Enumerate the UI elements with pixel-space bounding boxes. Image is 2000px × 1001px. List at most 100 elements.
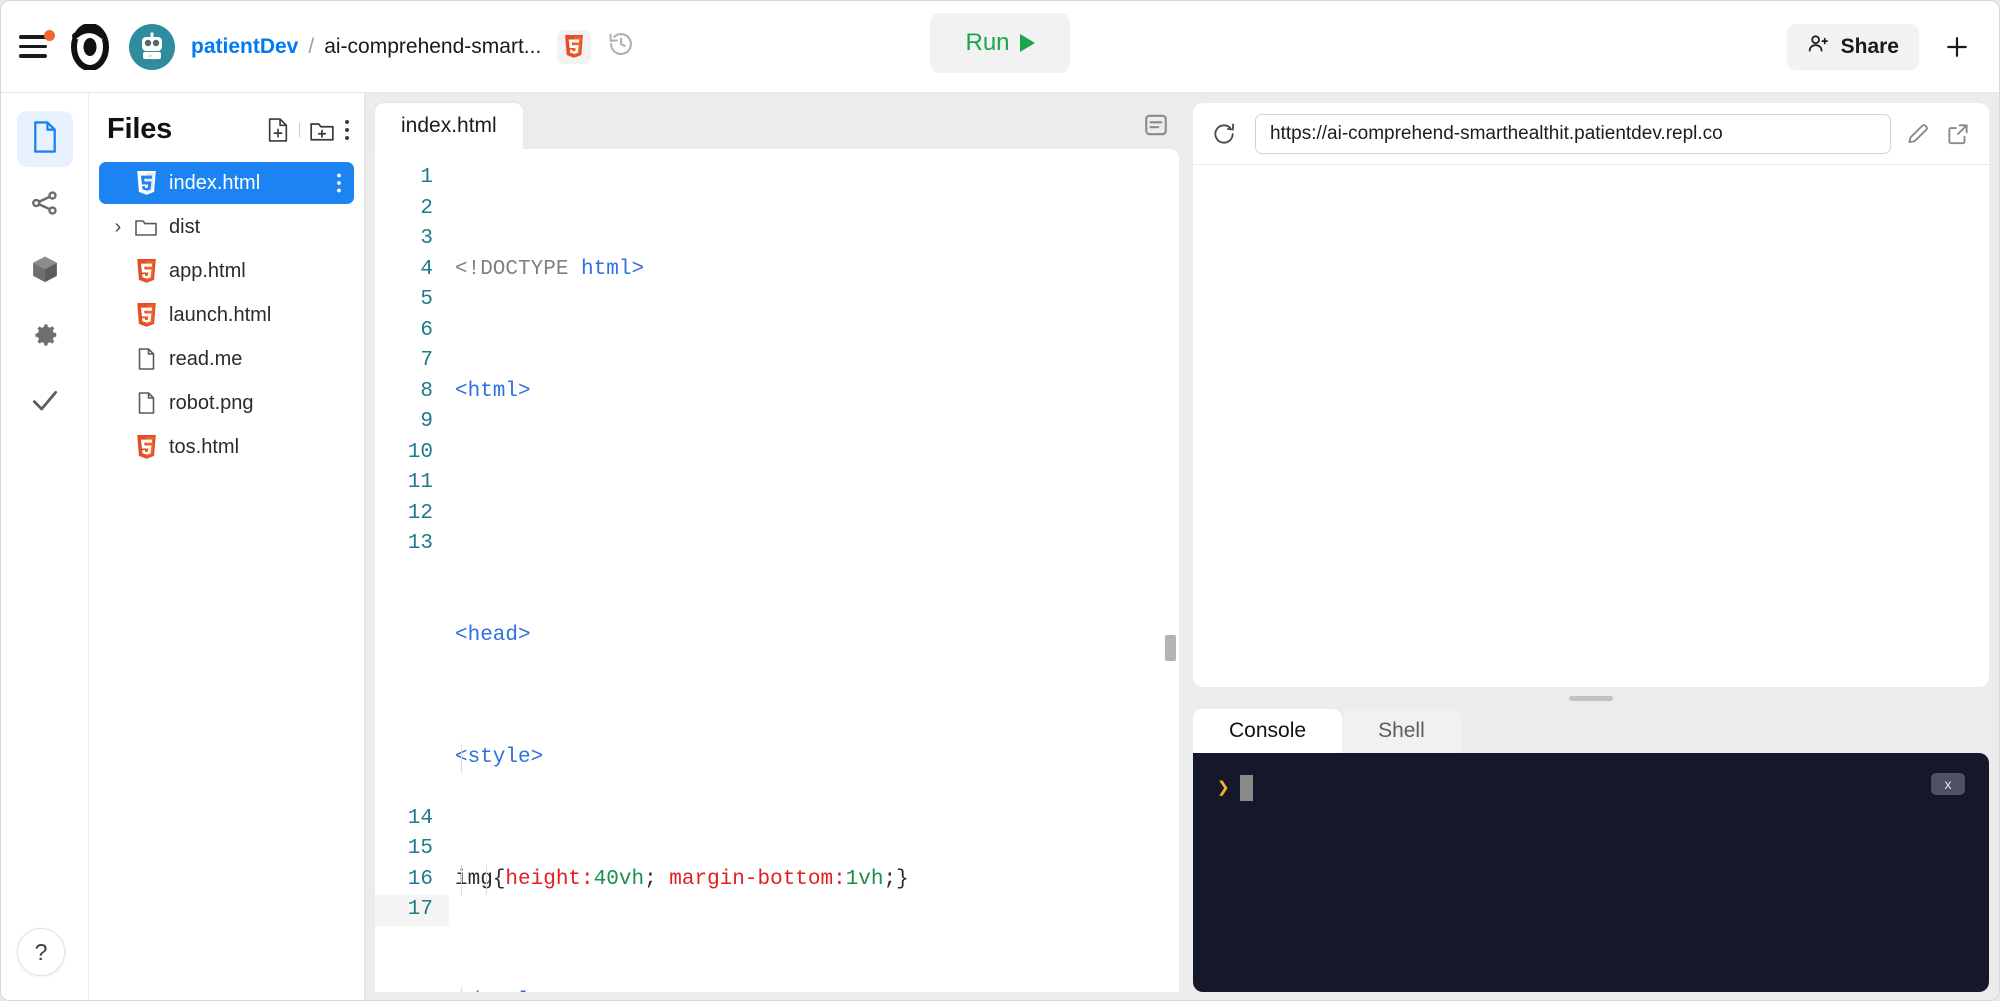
- console-panel: Console Shell ❯ x: [1193, 709, 1989, 992]
- editor-scrollbar[interactable]: [1164, 203, 1176, 988]
- web-preview-panel: [1193, 103, 1989, 687]
- html5-icon: [557, 29, 592, 64]
- code-line-5: <style>: [455, 742, 1179, 773]
- help-button[interactable]: ?: [17, 928, 65, 976]
- file-kebab-menu-icon[interactable]: [336, 172, 342, 194]
- plus-icon[interactable]: [1937, 27, 1977, 67]
- reload-icon[interactable]: [1207, 117, 1241, 151]
- breadcrumb-user[interactable]: patientDev: [191, 35, 298, 59]
- indent-guide: [486, 864, 487, 895]
- code-token-style-open: <style>: [455, 745, 544, 769]
- indent-guide: [461, 742, 462, 773]
- pencil-icon[interactable]: [1905, 121, 1931, 147]
- line-number: 9: [420, 410, 433, 433]
- history-icon[interactable]: [607, 30, 635, 63]
- top-bar-right-actions: Share: [1786, 23, 1977, 70]
- question-mark-icon: ?: [34, 938, 48, 965]
- console-cursor: [1239, 775, 1253, 801]
- new-folder-icon[interactable]: [309, 118, 335, 142]
- file-tree: index.html › dist app.html launch.html r…: [89, 156, 364, 468]
- run-button[interactable]: Run: [930, 13, 1070, 73]
- file-tree-item-tos-html[interactable]: tos.html: [99, 426, 354, 468]
- line-number: 14: [407, 806, 433, 830]
- code-token-html-open: <html>: [455, 379, 531, 403]
- code-content[interactable]: <!DOCTYPE html> <html> <head> <style> im…: [449, 149, 1179, 992]
- replit-logo-icon: [67, 22, 113, 71]
- top-bar: >_ patientDev / ai-comprehend-smart... R…: [1, 1, 1999, 93]
- sidebar-item-checks[interactable]: [17, 375, 73, 431]
- replit-ide-window: >_ patientDev / ai-comprehend-smart... R…: [0, 0, 2000, 1001]
- code-token-doctype-name: html>: [581, 257, 645, 281]
- kebab-menu-icon[interactable]: [344, 118, 350, 142]
- divider: [299, 122, 300, 137]
- sidebar-item-settings[interactable]: [17, 309, 73, 365]
- check-icon: [29, 385, 61, 422]
- code-token-css-selector: img{: [455, 867, 506, 891]
- console-tab-bar: Console Shell: [1193, 709, 1989, 753]
- open-external-icon[interactable]: [1945, 121, 1971, 147]
- file-tree-item-label: read.me: [169, 347, 243, 370]
- html5-icon: [129, 434, 163, 460]
- generic-file-icon: [129, 347, 163, 371]
- preview-viewport[interactable]: [1193, 165, 1989, 687]
- files-panel-header: Files: [89, 107, 364, 156]
- tab-shell[interactable]: Shell: [1342, 709, 1461, 753]
- code-token-style-close: </style>: [455, 990, 556, 993]
- person-add-icon: [1807, 32, 1830, 61]
- format-lines-icon[interactable]: [1143, 112, 1169, 143]
- file-tree-item-label: launch.html: [169, 303, 272, 326]
- sidebar-item-version-control[interactable]: [17, 177, 73, 233]
- editor-scrollbar-thumb[interactable]: [1165, 635, 1176, 661]
- preview-url-input[interactable]: [1255, 113, 1891, 154]
- play-icon: [1019, 34, 1035, 52]
- hamburger-menu-icon[interactable]: [19, 29, 55, 61]
- code-token-css-val2: 1vh: [845, 867, 884, 891]
- code-token-css-end: ;}: [883, 867, 909, 891]
- editor-tab-bar: index.html: [375, 103, 1179, 149]
- html5-icon: [129, 302, 163, 328]
- clear-console-icon[interactable]: x: [1931, 773, 1965, 795]
- file-tree-item-dist[interactable]: › dist: [99, 206, 354, 248]
- code-line-7: </style>: [455, 986, 1179, 993]
- line-number: 6: [420, 318, 433, 342]
- files-panel: Files index.html › dist app.html launch.…: [89, 93, 365, 1000]
- editor-surface[interactable]: 1 2 3 4 5 6 7 8 9 10 11 12 13 14 15 16 1…: [375, 149, 1179, 992]
- indent-guide: [461, 986, 462, 992]
- line-number: 8: [420, 379, 433, 403]
- code-line-4: <head>: [455, 621, 1179, 652]
- preview-url-bar: [1193, 103, 1989, 165]
- editor-gutter: 1 2 3 4 5 6 7 8 9 10 11 12 13 14 15 16 1…: [375, 149, 449, 992]
- breadcrumb-separator: /: [308, 34, 315, 58]
- run-button-label: Run: [965, 29, 1010, 56]
- line-number: 4: [420, 257, 433, 281]
- html5-icon: [129, 170, 163, 196]
- breadcrumb-repl-name[interactable]: ai-comprehend-smart...: [324, 35, 541, 59]
- new-file-icon[interactable]: [266, 117, 290, 143]
- file-tree-item-app-html[interactable]: app.html: [99, 250, 354, 292]
- chevron-right-icon[interactable]: ›: [107, 216, 129, 239]
- robot-avatar-icon[interactable]: >_: [129, 23, 175, 70]
- editor-tab-index-html[interactable]: index.html: [375, 103, 523, 149]
- share-button[interactable]: Share: [1786, 23, 1919, 70]
- file-tree-item-launch-html[interactable]: launch.html: [99, 294, 354, 336]
- file-tree-item-index-html[interactable]: index.html: [99, 162, 354, 204]
- editor-panel: index.html 1 2 3 4 5 6 7 8 9 10 11 12 13…: [365, 93, 1189, 1000]
- indent-guide: [461, 864, 462, 895]
- sidebar-item-packages[interactable]: [17, 243, 73, 299]
- file-tree-item-read-me[interactable]: read.me: [99, 338, 354, 380]
- line-number: 10: [407, 440, 433, 464]
- console-output[interactable]: ❯ x: [1193, 753, 1989, 992]
- panel-resize-handle[interactable]: [1193, 687, 1989, 709]
- html5-icon: [129, 258, 163, 284]
- code-token-css-prop2: margin-bottom:: [656, 867, 846, 891]
- tab-console[interactable]: Console: [1193, 709, 1343, 753]
- share-button-label: Share: [1840, 34, 1899, 58]
- file-tree-item-robot-png[interactable]: robot.png: [99, 382, 354, 424]
- line-number: 1: [420, 166, 433, 189]
- sidebar-item-files[interactable]: [16, 111, 73, 167]
- code-line-2: <html>: [455, 377, 1179, 408]
- code-token-head-open: <head>: [455, 623, 531, 647]
- main-body: ? Files index.html › dist app.html launc…: [1, 93, 1999, 1000]
- folder-icon: [129, 217, 163, 238]
- files-panel-actions: [266, 117, 350, 143]
